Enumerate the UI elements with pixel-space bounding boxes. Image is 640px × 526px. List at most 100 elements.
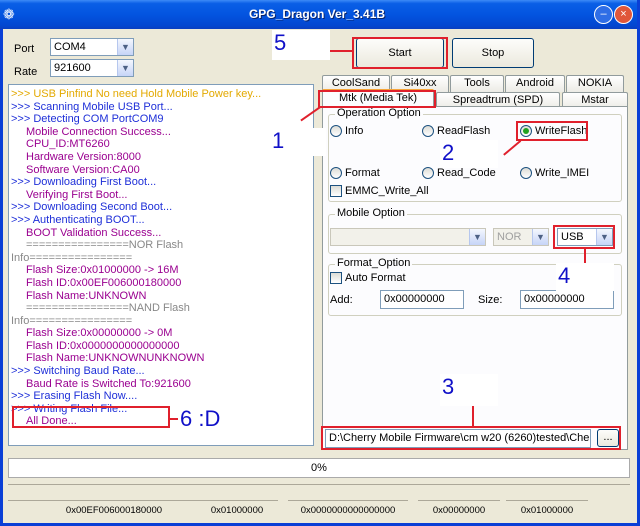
radio-icon (422, 167, 434, 179)
radio-info-label: Info (345, 125, 364, 137)
start-button[interactable]: Start (356, 38, 444, 68)
annotation-6: 6 :D (180, 406, 221, 431)
log-line: >>> Downloading Second Boot... (11, 201, 173, 214)
log-line: >>> Scanning Mobile USB Port... (11, 100, 173, 113)
chevron-down-icon[interactable]: ▼ (117, 60, 133, 76)
log-line: >>> Authenticating BOOT... (11, 213, 145, 226)
status-nand-id: 0x0000000000000000 (288, 500, 408, 520)
size-input[interactable]: 0x00000000 (520, 290, 614, 309)
emmc-write-all-checkbox[interactable]: EMMC_Write_All (330, 185, 429, 197)
progress-bar: 0% (8, 458, 630, 478)
tab-tools[interactable]: Tools (450, 75, 504, 92)
radio-selected-icon (520, 125, 532, 137)
radio-write-imei[interactable]: Write_IMEI (520, 167, 589, 179)
log-console[interactable]: >>> USB Pinfind No need Hold Mobile Powe… (8, 84, 314, 446)
radio-readflash-label: ReadFlash (437, 125, 491, 137)
log-line: Flash Name:UNKNOWN (26, 289, 147, 302)
log-line: BOOT Validation Success... (26, 226, 162, 239)
log-line: >>> Downloading First Boot... (11, 176, 157, 189)
add-label: Add: (330, 294, 353, 306)
log-line: Software Version:CA00 (26, 163, 140, 176)
log-line: Mobile Connection Success... (26, 125, 171, 138)
annotation-line-done (170, 418, 178, 420)
radio-icon (520, 167, 532, 179)
minimize-icon[interactable]: – (594, 5, 613, 24)
stop-button[interactable]: Stop (452, 38, 534, 68)
browse-button[interactable]: ... (597, 429, 619, 447)
log-line: ================NAND Flash (26, 302, 190, 315)
size-label: Size: (478, 294, 503, 306)
rate-label: Rate (14, 66, 38, 78)
annotation-3: 3 (440, 374, 498, 406)
log-line: >>> Detecting COM PortCOM9 (11, 113, 164, 126)
log-line: Flash Size:0x00000000 -> 0M (26, 327, 173, 340)
log-line: ================NOR Flash (26, 239, 184, 252)
divider (8, 484, 630, 492)
chevron-down-icon[interactable]: ▼ (117, 39, 133, 55)
radio-format[interactable]: Format (330, 167, 380, 179)
interface-value: USB (561, 231, 584, 243)
log-line: Hardware Version:8000 (26, 150, 141, 163)
radio-format-label: Format (345, 167, 380, 179)
radio-writeflash[interactable]: WriteFlash (520, 125, 587, 137)
rate-select[interactable]: 921600 ▼ (50, 59, 134, 77)
flash-type-select[interactable]: NOR ▼ (493, 228, 549, 246)
log-line: >>> Writing Flash File... (11, 402, 128, 415)
status-total-size: 0x01000000 (506, 500, 588, 520)
log-line: Info================ (11, 314, 133, 327)
mobile-option-title: Mobile Option (335, 207, 407, 219)
tab-android[interactable]: Android (505, 75, 565, 92)
port-label: Port (14, 43, 35, 55)
checkbox-icon (330, 272, 342, 284)
log-line: Flash ID:0x00EF006000180000 (26, 276, 182, 289)
close-icon[interactable]: × (614, 5, 633, 24)
tab-nokia[interactable]: NOKIA (566, 75, 624, 92)
auto-format-label: Auto Format (345, 272, 406, 284)
radio-write-imei-label: Write_IMEI (535, 167, 590, 179)
log-line: All Done... (26, 415, 77, 428)
port-select[interactable]: COM4 ▼ (50, 38, 134, 56)
log-line: Baud Rate is Switched To:921600 (26, 377, 191, 390)
radio-icon (422, 125, 434, 137)
log-line: >>> USB Pinfind No need Hold Mobile Powe… (11, 88, 262, 100)
format-option-title: Format_Option (335, 257, 413, 269)
log-line: >>> Switching Baud Rate... (11, 365, 145, 378)
log-line: >>> Erasing Flash Now.... (11, 390, 138, 403)
rate-value: 921600 (54, 62, 91, 74)
annotation-2: 2 (440, 140, 498, 168)
status-nand-size: 0x00000000 (418, 500, 500, 520)
firmware-path-input[interactable]: D:\Cherry Mobile Firmware\cm w20 (6260)t… (325, 429, 591, 448)
emmc-write-all-label: EMMC_Write_All (345, 185, 429, 197)
annotation-4: 4 (556, 263, 614, 291)
status-flash-size: 0x01000000 (196, 500, 278, 520)
radio-writeflash-label: WriteFlash (535, 125, 588, 137)
log-line: Verifying First Boot... (26, 188, 128, 201)
title-bar[interactable]: ❁ GPG_Dragon Ver_3.41B – × (0, 0, 637, 29)
auto-format-checkbox[interactable]: Auto Format (330, 272, 406, 284)
log-line: Flash ID:0x0000000000000000 (26, 339, 180, 352)
mobile-model-select[interactable]: ▼ (330, 228, 486, 246)
annotation-line-usb (584, 249, 586, 263)
radio-read-code[interactable]: Read_Code (422, 167, 496, 179)
add-address-input[interactable]: 0x00000000 (380, 290, 464, 309)
annotation-1: 1 (270, 128, 326, 156)
annotation-5: 5 (272, 30, 330, 60)
chevron-down-icon[interactable]: ▼ (469, 229, 485, 245)
chevron-down-icon[interactable]: ▼ (532, 229, 548, 245)
log-line: Flash Size:0x01000000 -> 16M (26, 264, 179, 277)
progress-label: 0% (311, 462, 327, 474)
log-line: Info================ (11, 251, 133, 264)
annotation-line-start (330, 50, 352, 52)
radio-info[interactable]: Info (330, 125, 363, 137)
port-value: COM4 (54, 41, 86, 53)
window-title: GPG_Dragon Ver_3.41B (248, 7, 386, 21)
radio-read-code-label: Read_Code (437, 167, 496, 179)
radio-icon (330, 125, 342, 137)
radio-readflash[interactable]: ReadFlash (422, 125, 490, 137)
log-line: Flash Name:UNKNOWNUNKNOWN (26, 352, 205, 365)
interface-select[interactable]: USB ▼ (557, 228, 613, 246)
checkbox-icon (330, 185, 342, 197)
log-line: CPU_ID:MT6260 (26, 138, 110, 151)
chevron-down-icon[interactable]: ▼ (596, 229, 612, 245)
radio-icon (330, 167, 342, 179)
